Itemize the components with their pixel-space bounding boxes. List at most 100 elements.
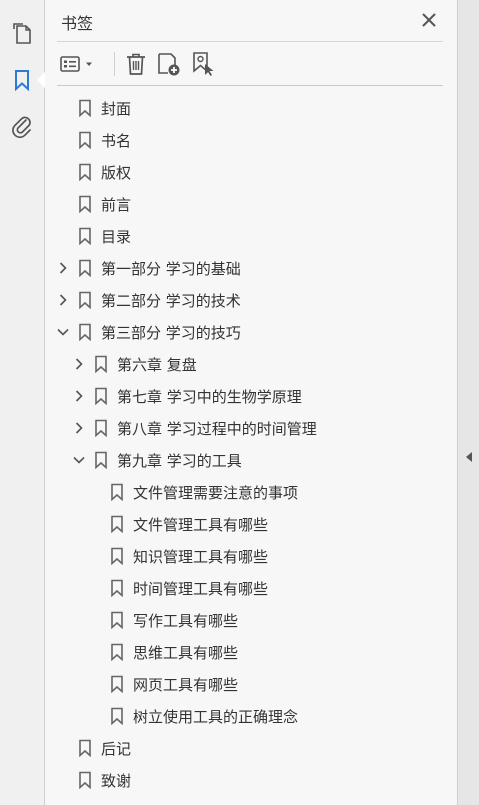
bookmark-label: 网页工具有哪些 — [133, 676, 239, 694]
bookmark-label: 第六章 复盘 — [117, 356, 197, 374]
bookmark-item[interactable]: 第六章 复盘 — [45, 348, 457, 380]
chevron-right-icon — [75, 358, 83, 370]
bookmark-cursor-icon — [193, 52, 214, 76]
close-icon — [422, 13, 436, 27]
attachment-icon — [12, 116, 31, 138]
bookmark-item[interactable]: 第二部分 学习的技术 — [45, 284, 457, 316]
toolbar-divider — [57, 85, 443, 86]
delete-bookmark-button[interactable] — [123, 50, 149, 78]
chevron-down-icon — [57, 328, 69, 336]
bookmark-item[interactable]: 第三部分 学习的技巧 — [45, 316, 457, 348]
bookmark-icon — [79, 99, 91, 117]
bookmark-item[interactable]: 知识管理工具有哪些 — [45, 540, 457, 572]
bookmark-item[interactable]: 第一部分 学习的基础 — [45, 252, 457, 284]
expand-toggle[interactable] — [55, 292, 71, 308]
bookmark-icon — [95, 451, 107, 469]
bookmark-label: 第一部分 学习的基础 — [101, 260, 241, 278]
chevron-right-icon — [59, 262, 67, 274]
new-bookmark-from-structure-button[interactable] — [189, 50, 217, 78]
bookmark-label: 树立使用工具的正确理念 — [133, 708, 299, 726]
close-panel-button[interactable] — [419, 10, 439, 30]
left-navigation-bar — [0, 0, 45, 805]
bookmark-icon — [15, 70, 29, 91]
bookmark-icon — [111, 579, 123, 597]
bookmark-item[interactable]: 时间管理工具有哪些 — [45, 572, 457, 604]
bookmark-label: 后记 — [101, 740, 132, 758]
bookmark-icon — [111, 515, 123, 533]
bookmark-item[interactable]: 树立使用工具的正确理念 — [45, 700, 457, 732]
bookmark-label: 第七章 学习中的生物学原理 — [117, 388, 302, 406]
bookmark-icon — [111, 707, 123, 725]
bookmark-icon — [79, 163, 91, 181]
bookmark-item[interactable]: 后记 — [45, 732, 457, 764]
bookmark-item[interactable]: 网页工具有哪些 — [45, 668, 457, 700]
bookmark-label: 知识管理工具有哪些 — [133, 548, 269, 566]
bookmark-icon — [95, 419, 107, 437]
bookmark-item[interactable]: 第八章 学习过程中的时间管理 — [45, 412, 457, 444]
bookmark-label: 第九章 学习的工具 — [117, 452, 242, 470]
bookmark-label: 第三部分 学习的技巧 — [101, 324, 241, 342]
header-divider — [57, 41, 443, 42]
bookmark-label: 前言 — [101, 196, 132, 214]
bookmark-item[interactable]: 文件管理需要注意的事项 — [45, 476, 457, 508]
bookmarks-panel-button[interactable] — [8, 66, 45, 94]
panel-header: 书签 — [45, 0, 457, 42]
bookmark-icon — [79, 195, 91, 213]
trash-icon — [127, 53, 145, 75]
bookmark-icon — [79, 323, 91, 341]
bookmark-label: 第八章 学习过程中的时间管理 — [117, 420, 317, 438]
bookmark-label: 思维工具有哪些 — [133, 644, 239, 662]
bookmark-icon — [111, 611, 123, 629]
bookmark-icon — [79, 131, 91, 149]
options-menu-button[interactable] — [59, 50, 97, 78]
collapse-toggle[interactable] — [71, 452, 87, 468]
bookmark-label: 书名 — [101, 132, 132, 150]
bookmark-icon — [79, 771, 91, 789]
list-options-icon — [60, 56, 92, 72]
expand-toggle[interactable] — [71, 420, 87, 436]
bookmark-icon — [111, 675, 123, 693]
bookmark-label: 文件管理工具有哪些 — [133, 516, 269, 534]
bookmark-label: 目录 — [101, 228, 132, 246]
page-thumbnails-button[interactable] — [8, 20, 36, 48]
collapse-panel-button[interactable] — [463, 449, 475, 465]
bookmarks-panel: 书签 封面 书名 版权 前言 目录 第一部分 学习的基础 第二部分 学习的技术 … — [45, 0, 457, 805]
bookmark-item[interactable]: 目录 — [45, 220, 457, 252]
bookmark-item[interactable]: 前言 — [45, 188, 457, 220]
bookmark-label: 写作工具有哪些 — [133, 612, 239, 630]
expand-toggle[interactable] — [55, 260, 71, 276]
chevron-right-icon — [75, 422, 83, 434]
bookmark-label: 时间管理工具有哪些 — [133, 580, 269, 598]
bookmark-icon — [111, 643, 123, 661]
new-bookmark-button[interactable] — [155, 50, 183, 78]
bookmark-item[interactable]: 思维工具有哪些 — [45, 636, 457, 668]
collapse-toggle[interactable] — [55, 324, 71, 340]
bookmark-item[interactable]: 封面 — [45, 92, 457, 124]
bookmark-label: 文件管理需要注意的事项 — [133, 484, 299, 502]
bookmark-icon — [95, 387, 107, 405]
bookmark-label: 版权 — [101, 164, 132, 182]
bookmark-item[interactable]: 文件管理工具有哪些 — [45, 508, 457, 540]
expand-toggle[interactable] — [71, 356, 87, 372]
bookmark-icon — [79, 227, 91, 245]
bookmark-label: 第二部分 学习的技术 — [101, 292, 241, 310]
bookmark-item[interactable]: 版权 — [45, 156, 457, 188]
bookmark-item[interactable]: 第七章 学习中的生物学原理 — [45, 380, 457, 412]
chevron-right-icon — [59, 294, 67, 306]
bookmark-icon — [95, 355, 107, 373]
expand-toggle[interactable] — [71, 388, 87, 404]
triangle-left-icon — [466, 452, 472, 462]
chevron-down-icon — [73, 456, 85, 464]
bookmark-icon — [79, 739, 91, 757]
bookmarks-app: 书签 封面 书名 版权 前言 目录 第一部分 学习的基础 第二部分 学习的技术 … — [0, 0, 479, 805]
bookmark-item[interactable]: 书名 — [45, 124, 457, 156]
chevron-right-icon — [75, 390, 83, 402]
attachments-button[interactable] — [8, 112, 36, 140]
bookmark-icon — [79, 259, 91, 277]
panel-title: 书签 — [61, 14, 94, 33]
bookmark-item[interactable]: 致谢 — [45, 764, 457, 796]
bookmark-item[interactable]: 第九章 学习的工具 — [45, 444, 457, 476]
toolbar-separator — [114, 52, 115, 76]
bookmark-icon — [111, 483, 123, 501]
bookmark-item[interactable]: 写作工具有哪些 — [45, 604, 457, 636]
